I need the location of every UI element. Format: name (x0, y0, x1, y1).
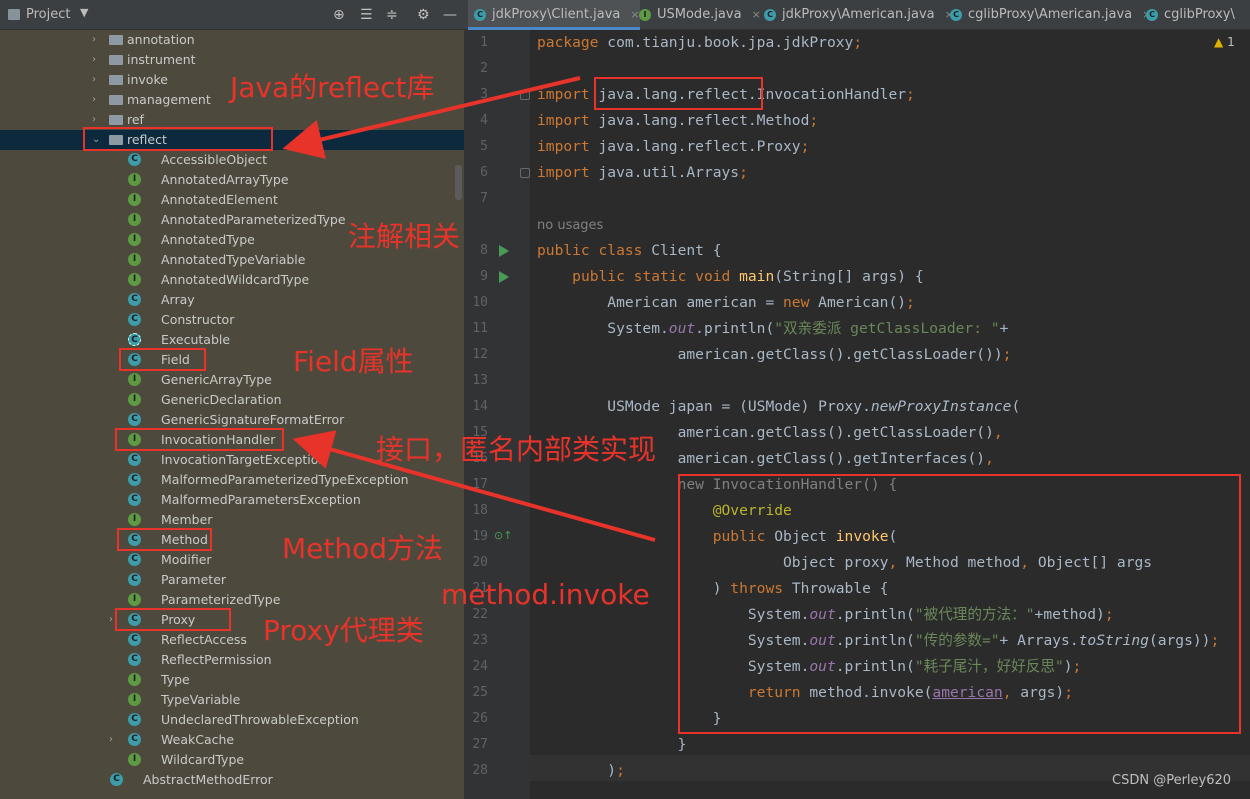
note-method-invoke: method.invoke (441, 578, 650, 611)
note-proxy: Proxy代理类 (263, 614, 424, 647)
note-interface: 接口，匿名内部类实现 (376, 433, 657, 466)
annotation-arrows (282, 76, 656, 542)
note-reflect-lib: Java的reflect库 (230, 71, 435, 104)
note-method: Method方法 (282, 532, 444, 565)
note-annotation: 注解相关 (348, 220, 461, 253)
watermark: CSDN @Perley620 (1112, 773, 1232, 788)
note-field: Field属性 (293, 345, 414, 378)
